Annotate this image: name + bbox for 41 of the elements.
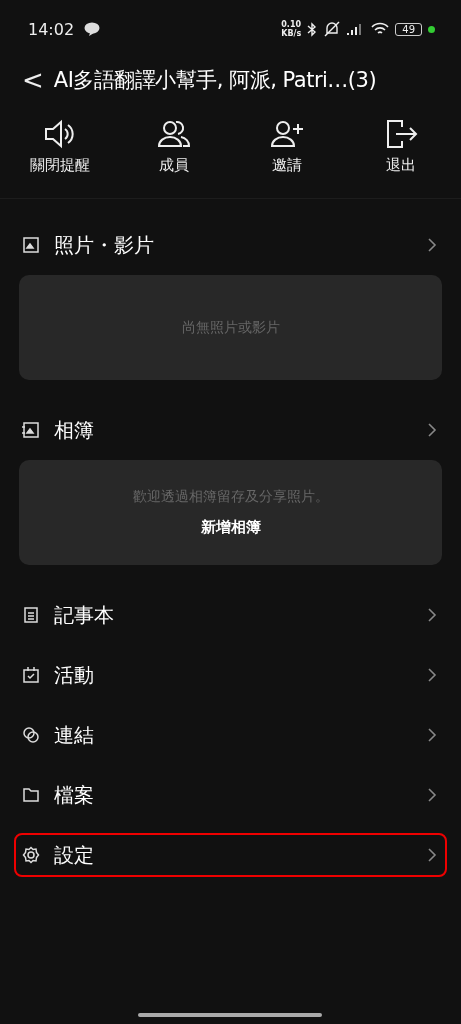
- chat-title: AI多語翻譯小幫手, 阿派, Patri…(3): [53, 67, 377, 94]
- calendar-icon: [22, 666, 40, 684]
- empty-message: 歡迎透過相簿留存及分享照片。: [132, 488, 329, 506]
- chat-app-icon: [84, 22, 101, 36]
- chevron-icon: [427, 667, 437, 683]
- settings-icon: [22, 846, 40, 864]
- back-button[interactable]: <: [20, 65, 54, 95]
- bluetooth-icon: [307, 21, 318, 37]
- action-button[interactable]: 退出: [350, 112, 451, 198]
- action-button[interactable]: 關閉提醒: [10, 112, 110, 198]
- status-dot-icon: [428, 25, 435, 33]
- chevron-icon: [427, 727, 437, 743]
- add-person-icon: [270, 118, 305, 150]
- menu-row[interactable]: 活動: [14, 653, 447, 697]
- image-icon: [22, 236, 40, 254]
- battery-indicator: 49: [395, 22, 422, 36]
- menu-row[interactable]: 連結: [14, 713, 447, 757]
- link-icon: [22, 726, 40, 744]
- status-time: 14:02: [28, 19, 75, 39]
- chevron-icon: [427, 847, 437, 863]
- menu-row[interactable]: 照片・影片: [14, 223, 447, 267]
- speaker-icon: [43, 118, 77, 150]
- action-button[interactable]: 成員: [123, 112, 224, 198]
- chevron-icon: [427, 422, 437, 438]
- action-button[interactable]: 邀請: [237, 112, 338, 198]
- chevron-icon: [427, 607, 437, 623]
- chevron-icon: [427, 237, 437, 253]
- note-icon: [22, 606, 40, 624]
- menu-row[interactable]: 檔案: [14, 773, 447, 817]
- menu-row[interactable]: 設定: [14, 833, 447, 877]
- chevron-icon: [427, 787, 437, 803]
- folder-icon: [22, 786, 40, 804]
- people-icon: [156, 118, 191, 150]
- network-speed: 0.10 KB/s: [281, 20, 302, 38]
- menu-row[interactable]: 相簿: [14, 408, 447, 452]
- add-album-button[interactable]: 新增相簿: [200, 518, 261, 537]
- menu-row[interactable]: 記事本: [14, 593, 447, 637]
- muted-bell-icon: [323, 21, 342, 37]
- album-icon: [22, 421, 40, 439]
- empty-message: 尚無照片或影片: [181, 318, 280, 337]
- wifi-icon: [371, 22, 390, 36]
